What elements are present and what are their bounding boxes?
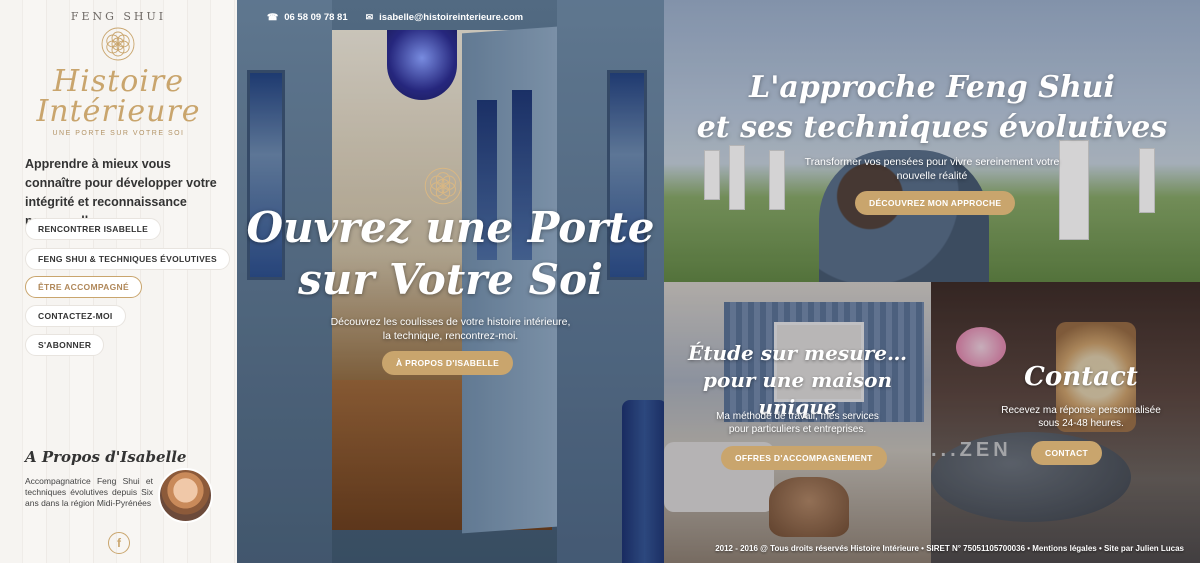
logo-tagline: UNE PORTE SUR VOTRE SOI xyxy=(52,130,185,137)
email-address: isabelle@histoireinterieure.com xyxy=(379,12,524,23)
nav-contactez-moi[interactable]: CONTACTEZ-MOI xyxy=(25,305,126,327)
phone-link[interactable]: ☎ 06 58 09 78 81 xyxy=(267,12,348,23)
contact-bar: ☎ 06 58 09 78 81 ✉ isabelle@histoireinteri… xyxy=(267,12,523,23)
hero-text: Découvrez les coulisses de votre histoir… xyxy=(237,315,664,343)
approach-text: Transformer vos pensées pour vivre serei… xyxy=(664,155,1200,183)
contact-button[interactable]: CONTACT xyxy=(1031,441,1103,465)
contact-text-line1: Recevez ma réponse personnalisée xyxy=(1001,405,1161,416)
contact-text: Recevez ma réponse personnalisée sous 24… xyxy=(971,404,1191,430)
hero-title-line1: Ouvrez une Porte xyxy=(246,203,655,252)
flower-of-life-icon xyxy=(424,167,462,205)
footer-text: 2012 - 2016 @ Tous droits réservés Histo… xyxy=(715,544,1184,553)
offers-button[interactable]: OFFRES D'ACCOMPAGNEMENT xyxy=(721,446,887,470)
site-logo[interactable]: FENG SHUI Histoire Intérieure UNE PORTE … xyxy=(0,6,237,138)
approach-title-line2: et ses techniques évolutives xyxy=(696,110,1168,145)
approach-text-line1: Transformer vos pensées pour vivre serei… xyxy=(804,156,1060,168)
about-title: A Propos d'Isabelle xyxy=(25,448,187,466)
approach-text-line2: nouvelle réalité xyxy=(896,170,968,182)
contact-text-line2: sous 24-48 heures. xyxy=(1038,418,1124,429)
email-link[interactable]: ✉ isabelle@histoireinterieure.com xyxy=(366,12,523,23)
sidebar: FENG SHUI Histoire Intérieure UNE PORTE … xyxy=(0,0,237,563)
hero-text-line2: la technique, rencontrez-moi. xyxy=(382,330,519,342)
study-text-line1: Ma méthode de travail, mes services xyxy=(716,411,879,422)
hero-title-line2: sur Votre Soi xyxy=(298,255,603,304)
contact-panel[interactable]: ...ZEN Contact Recevez ma réponse person… xyxy=(931,282,1200,563)
study-title-line1: Étude sur mesure… xyxy=(688,341,907,365)
hero-panel: ☎ 06 58 09 78 81 ✉ isabelle@histoireinteri… xyxy=(237,0,664,563)
approach-title-line1: L'approche Feng Shui xyxy=(749,70,1115,105)
logo-wordmark-line2: Intérieure xyxy=(36,94,201,129)
approach-title: L'approche Feng Shui et ses techniques é… xyxy=(664,68,1200,148)
about-isabelle-button[interactable]: À PROPOS D'ISABELLE xyxy=(382,351,514,375)
nav-rencontrer-isabelle[interactable]: RENCONTRER ISABELLE xyxy=(25,218,162,240)
discover-approach-button[interactable]: DÉCOUVREZ MON APPROCHE xyxy=(855,191,1016,215)
hero-title: Ouvrez une Porte sur Votre Soi xyxy=(237,202,664,306)
flower-of-life-icon xyxy=(101,27,135,61)
facebook-icon[interactable]: f xyxy=(108,532,130,554)
logo-kicker: FENG SHUI xyxy=(70,10,167,23)
about-text: Accompagnatrice Feng Shui et techniques … xyxy=(25,476,153,508)
contact-title: Contact xyxy=(1024,362,1138,392)
nav-s-abonner[interactable]: S'ABONNER xyxy=(25,334,105,356)
study-title: Étude sur mesure… pour une maison unique xyxy=(664,340,931,421)
approach-panel[interactable]: L'approche Feng Shui et ses techniques é… xyxy=(664,0,1200,282)
phone-icon: ☎ xyxy=(267,12,279,22)
avatar[interactable] xyxy=(158,468,213,523)
mail-icon: ✉ xyxy=(365,12,374,22)
phone-number: 06 58 09 78 81 xyxy=(284,12,348,23)
study-text: Ma méthode de travail, mes services pour… xyxy=(664,410,931,436)
hero-text-line1: Découvrez les coulisses de votre histoir… xyxy=(330,316,571,328)
nav-etre-accompagne[interactable]: ÊTRE ACCOMPAGNÉ xyxy=(25,276,142,298)
nav-feng-shui-techniques[interactable]: FENG SHUI & TECHNIQUES ÉVOLUTIVES xyxy=(25,248,230,270)
study-panel[interactable]: Étude sur mesure… pour une maison unique… xyxy=(664,282,931,563)
study-text-line2: pour particuliers et entreprises. xyxy=(728,424,867,435)
